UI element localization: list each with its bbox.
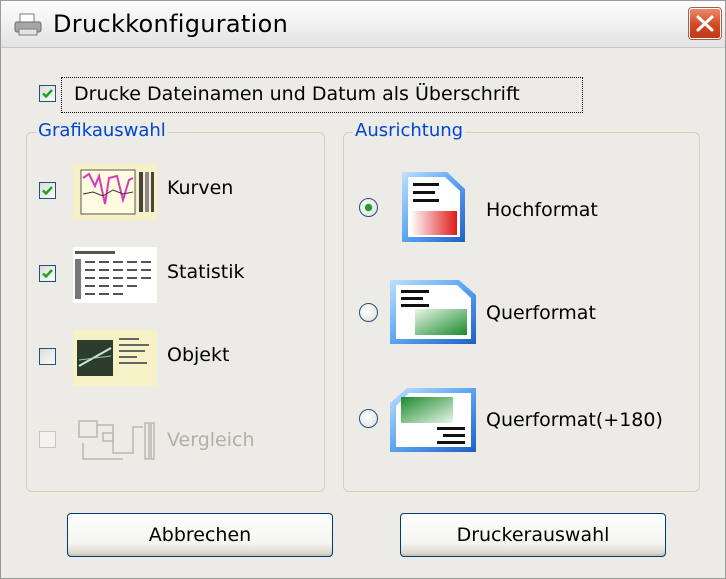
portrait-radio[interactable] <box>359 198 378 217</box>
portrait-label[interactable]: Hochformat <box>486 199 598 221</box>
landscape-page-icon <box>390 280 476 344</box>
object-checkbox[interactable] <box>39 348 56 365</box>
statistics-checkbox[interactable] <box>39 265 56 282</box>
curves-label[interactable]: Kurven <box>167 177 233 199</box>
portrait-page-icon <box>402 172 465 242</box>
checkmark-icon <box>42 186 53 196</box>
title-bar[interactable]: Druckkonfiguration <box>1 1 725 48</box>
checkmark-icon <box>42 269 53 279</box>
window-title: Druckkonfiguration <box>53 10 289 38</box>
close-button[interactable] <box>689 8 721 39</box>
print-header-label[interactable]: Drucke Dateinamen und Datum als Überschr… <box>74 83 520 105</box>
print-config-dialog: Druckkonfiguration Drucke Dateinamen und… <box>0 0 726 579</box>
comparison-checkbox <box>39 431 56 448</box>
printer-select-button[interactable]: Druckerauswahl <box>400 513 666 557</box>
print-header-checkbox[interactable] <box>39 85 56 102</box>
landscape-rotated-label[interactable]: Querformat(+180) <box>486 409 663 431</box>
curves-checkbox[interactable] <box>39 182 56 199</box>
orientation-group-title: Ausrichtung <box>353 120 466 141</box>
comparison-label: Vergleich <box>167 429 255 451</box>
landscape-radio[interactable] <box>359 303 378 322</box>
cancel-button[interactable]: Abbrechen <box>67 513 333 557</box>
radio-selected-dot <box>365 204 372 211</box>
object-thumbnail-icon <box>73 330 157 386</box>
curve-chart-thumbnail-icon <box>73 164 157 220</box>
landscape-label[interactable]: Querformat <box>486 302 596 324</box>
statistics-label[interactable]: Statistik <box>167 261 245 283</box>
checkmark-icon <box>42 89 53 99</box>
comparison-thumbnail-icon <box>73 413 157 469</box>
graphics-group-title: Grafikauswahl <box>36 120 168 141</box>
landscape-rotated-radio[interactable] <box>359 409 378 428</box>
statistics-table-thumbnail-icon <box>73 247 157 303</box>
printer-icon <box>14 13 42 36</box>
close-icon <box>696 15 714 32</box>
object-label[interactable]: Objekt <box>167 344 229 366</box>
landscape-rotated-page-icon <box>390 388 476 452</box>
